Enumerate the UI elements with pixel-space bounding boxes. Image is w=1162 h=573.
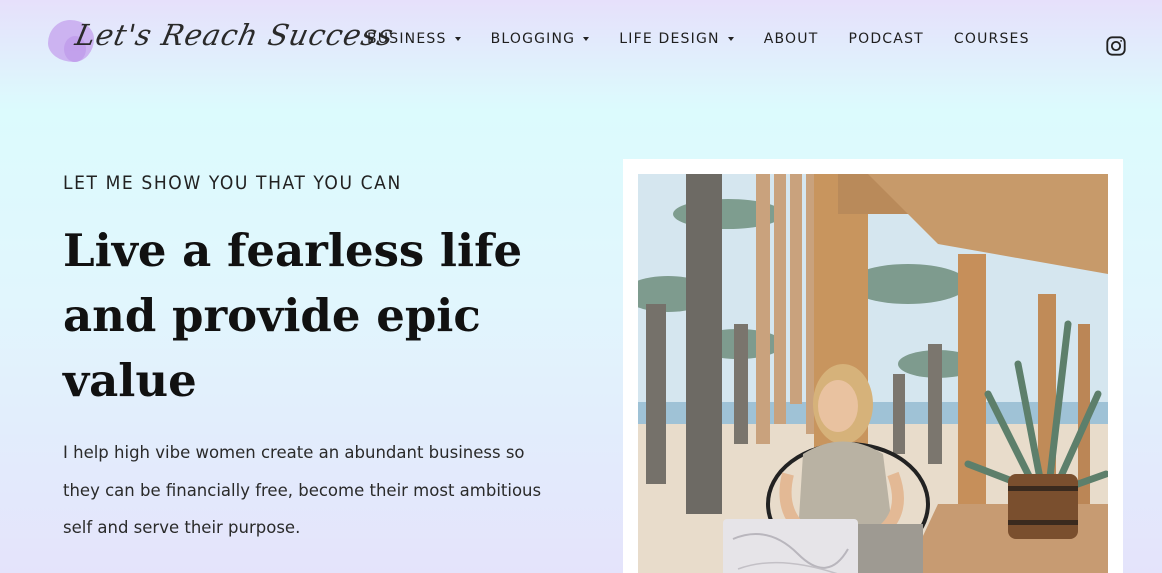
caret-down-icon: [727, 37, 734, 41]
nav-item-about[interactable]: ABOUT: [764, 31, 819, 47]
site-logo[interactable]: Let's Reach Success: [46, 14, 397, 66]
main-nav: BUSINESS BLOGGING LIFE DESIGN ABOUT PODC…: [367, 31, 1060, 47]
logo-text: Let's Reach Success: [72, 18, 398, 52]
nav-item-podcast[interactable]: PODCAST: [848, 31, 923, 47]
nav-item-life-design[interactable]: LIFE DESIGN: [619, 31, 734, 47]
nav-label: PODCAST: [848, 31, 924, 47]
hero-eyebrow: LET ME SHOW YOU THAT YOU CAN: [63, 172, 402, 194]
nav-item-blogging[interactable]: BLOGGING: [491, 31, 590, 47]
hero-description: I help high vibe women create an abundan…: [63, 443, 542, 537]
hero-photo: [638, 174, 1108, 573]
nav-label: LIFE DESIGN: [619, 31, 720, 47]
nav-label: ABOUT: [763, 31, 819, 47]
caret-down-icon: [454, 37, 461, 41]
site-header: Let's Reach Success BUSINESS BLOGGING LI…: [0, 0, 1162, 90]
nav-label: BUSINESS: [367, 31, 447, 47]
instagram-icon[interactable]: [1105, 35, 1127, 57]
nav-label: COURSES: [953, 31, 1030, 47]
caret-down-icon: [583, 37, 590, 41]
hero-headline: Live a fearless life and provide epic va…: [63, 224, 523, 407]
nav-item-business[interactable]: BUSINESS: [367, 31, 461, 47]
nav-item-courses[interactable]: COURSES: [954, 31, 1030, 47]
hero-photo-frame: [623, 159, 1123, 573]
nav-label: BLOGGING: [490, 31, 576, 47]
